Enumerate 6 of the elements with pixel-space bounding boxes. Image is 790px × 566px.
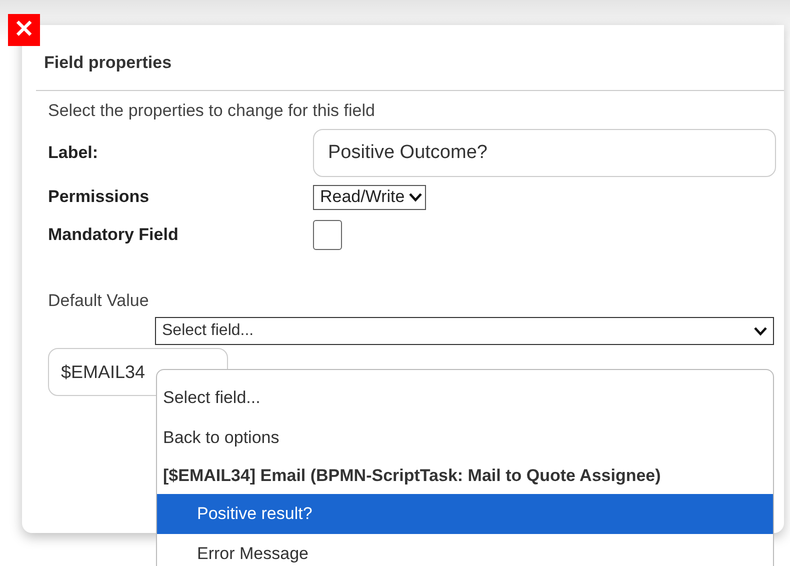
field-label: Mandatory Field bbox=[48, 225, 180, 245]
field-label: Default Value bbox=[48, 291, 150, 311]
instruction-text: Select the properties to change for this field bbox=[48, 101, 376, 121]
dialog-title: Field properties bbox=[43, 52, 173, 74]
field-label: Permissions bbox=[48, 187, 150, 207]
field-label: Label: bbox=[48, 143, 100, 163]
